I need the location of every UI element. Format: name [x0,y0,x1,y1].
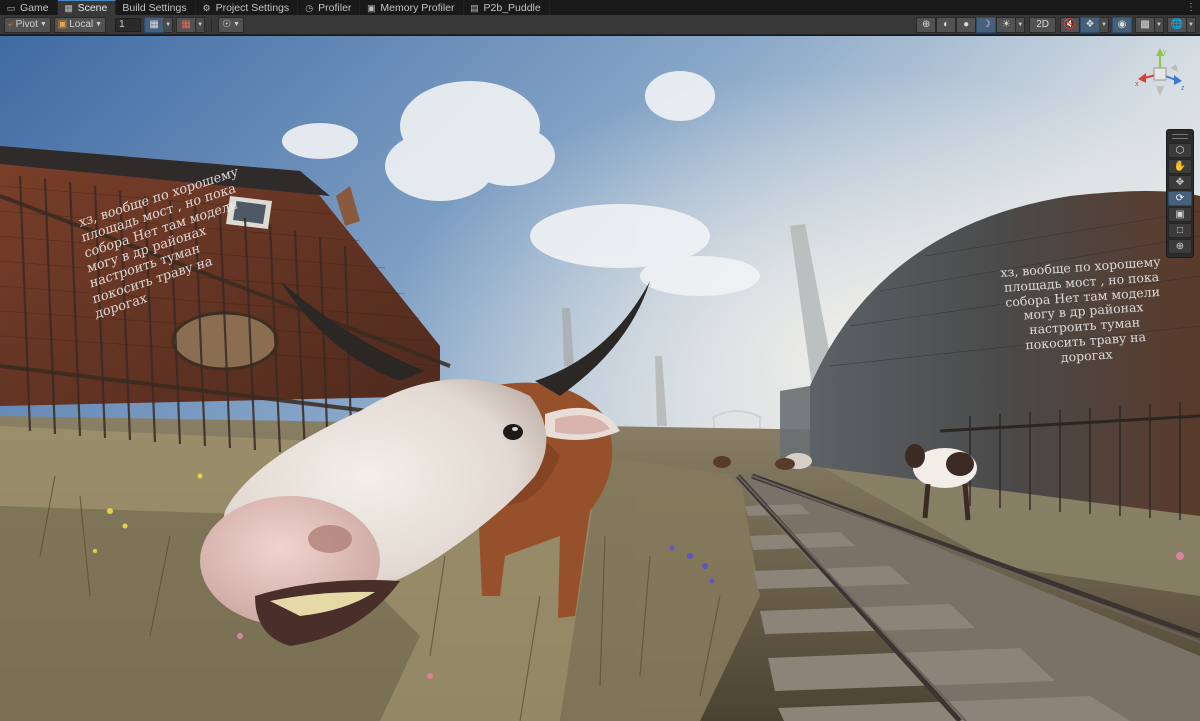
scene-lighting-button[interactable]: ☀ [996,16,1017,33]
tab-scene-label: Scene [77,2,108,14]
shaded-button[interactable]: ● [956,16,977,33]
transform-icon: ⊕ [1175,241,1185,252]
tab-bar-spacer [550,0,1182,15]
tab-menu-kebab-icon[interactable]: ⋮ [1182,0,1200,15]
effects-dropdown[interactable]: ▼ [1100,16,1109,33]
chevron-down-icon: ▼ [1101,21,1107,28]
document-icon: ▤ [470,2,479,13]
memory-chip-icon: ▣ [367,2,376,13]
cube-icon: ⬡ [1175,145,1185,156]
chevron-down-icon: ▼ [1156,21,1162,28]
gizmo-tool-dropdown[interactable]: ☉ ▼ [218,16,244,33]
tab-p2b-puddle[interactable]: ▤ P2b_Puddle [464,0,550,15]
tab-memory-profiler-label: Memory Profiler [380,1,455,14]
chevron-down-icon: ▼ [197,21,204,28]
scene-toolbar: ⤶ Pivot ▼ ▣ Local ▼ ▦ ▼ ▦ ▼ ☉ ▼ ⊕ ◐ ● ☽ … [0,15,1200,35]
scene-render [0,36,1200,721]
game-controller-icon: ▭ [6,2,16,13]
profiler-icon: ◷ [305,2,314,13]
tab-profiler[interactable]: ◷ Profiler [298,0,361,15]
shaded-wireframe-button[interactable]: ◐ [936,16,957,33]
scene-grid-icon: ▦ [64,3,73,13]
sphere-icon: ● [963,19,970,30]
move-arrows-icon: ✥ [1175,177,1185,188]
scale-tool-button[interactable]: ▣ [1168,207,1192,222]
chevron-down-icon: ▼ [233,21,240,28]
camera-settings-dropdown[interactable]: ▼ [1155,16,1164,33]
effects-toggle-button[interactable]: ❖ [1080,16,1100,33]
chevron-down-icon: ▼ [39,21,47,28]
draw-mode-dropdown[interactable]: ▼ [1016,16,1026,33]
compass-icon: ☉ [222,19,232,30]
globe-icon: 🌐 [1170,19,1184,30]
tab-build-settings-label: Build Settings [122,1,187,14]
chevron-down-icon: ▼ [1188,21,1194,28]
gizmo-y-label: y [1163,49,1167,56]
camera-icon: ▩ [1140,19,1150,30]
unity-editor-window: ▭ Game ▦ Scene Build Settings ⚙ Project … [0,0,1200,721]
scale-icon: ▣ [1175,209,1185,220]
chevron-down-icon: ▼ [95,21,103,28]
increment-snap-dropdown[interactable]: ▼ [196,16,206,33]
tab-scene[interactable]: ▦ Scene [57,0,117,15]
overlay-drag-handle[interactable] [1172,134,1188,139]
increment-snap-button[interactable]: ▦ [176,16,197,33]
orientation-gizmo[interactable]: x y z [1132,46,1188,102]
eye-slash-icon: ◉ [1117,19,1127,30]
view-2d-label: 2D [1036,19,1049,30]
tab-game[interactable]: ▭ Game [0,0,58,15]
crosshair-icon: ⊕ [922,19,931,30]
grid-snap-dropdown[interactable]: ▼ [164,16,174,33]
view-tool-button[interactable]: ⬡ [1168,143,1192,158]
wireframe-draw-mode-button[interactable]: ⊕ [916,16,937,33]
rect-tool-button[interactable]: □ [1168,223,1192,238]
axis-cube-icon: x y z [1135,48,1185,96]
gear-icon: ⚙ [202,2,211,13]
moon-icon: ☽ [981,19,991,30]
rotate-icon: ⟳ [1175,193,1185,204]
hand-tool-button[interactable]: ✋ [1168,159,1192,174]
rect-icon: □ [1176,225,1184,236]
rotate-tool-button[interactable]: ⟳ [1168,191,1192,206]
sun-icon: ☀ [1001,19,1011,30]
space-dropdown[interactable]: ▣ Local ▼ [53,16,107,33]
hand-icon: ✋ [1173,161,1187,172]
tab-build-settings[interactable]: Build Settings [116,0,196,15]
chevron-down-icon: ▼ [1017,21,1024,28]
speaker-mute-icon: 🔇 [1063,19,1077,30]
tab-project-settings[interactable]: ⚙ Project Settings [196,0,299,15]
pivot-label: Pivot [15,19,38,30]
move-tool-button[interactable]: ✥ [1168,175,1192,190]
grid-size-input[interactable] [115,17,142,32]
unlit-button[interactable]: ☽ [976,16,997,33]
scene-viewport[interactable]: хз, вообще по хорошему площадь мост , но… [0,36,1200,721]
pivot-icon: ⤶ [8,19,14,30]
layers-icon: ❖ [1085,19,1095,30]
tab-p2b-puddle-label: P2b_Puddle [483,1,541,14]
audio-toggle-button[interactable]: 🔇 [1060,16,1080,33]
chevron-down-icon: ▼ [165,21,172,28]
scene-visibility-button[interactable]: ◉ [1112,16,1132,33]
gizmos-toggle-button[interactable]: 🌐 [1167,16,1187,33]
toolbar-separator [211,17,213,32]
gizmo-z-label: z [1181,85,1185,92]
pivot-dropdown[interactable]: ⤶ Pivot ▼ [4,16,51,33]
camera-settings-button[interactable]: ▩ [1135,16,1155,33]
view-2d-toggle[interactable]: 2D [1029,16,1056,33]
scene-tools-overlay: ⬡ ✋ ✥ ⟳ ▣ □ ⊕ [1166,129,1194,258]
tab-memory-profiler[interactable]: ▣ Memory Profiler [360,0,464,15]
grid-snap-icon: ▦ [149,19,159,30]
tab-project-settings-label: Project Settings [215,1,290,14]
editor-tab-bar: ▭ Game ▦ Scene Build Settings ⚙ Project … [0,0,1200,15]
local-space-icon: ▣ [57,19,68,30]
transform-tool-button[interactable]: ⊕ [1168,239,1192,254]
half-sphere-icon: ◐ [943,19,950,30]
space-label: Local [69,19,94,30]
gizmo-x-label: x [1135,81,1139,88]
tab-profiler-label: Profiler [318,1,352,14]
grid-snap-button[interactable]: ▦ [144,16,165,33]
gizmos-dropdown[interactable]: ▼ [1187,16,1196,33]
increment-snap-icon: ▦ [181,19,191,30]
tab-game-label: Game [20,1,49,14]
